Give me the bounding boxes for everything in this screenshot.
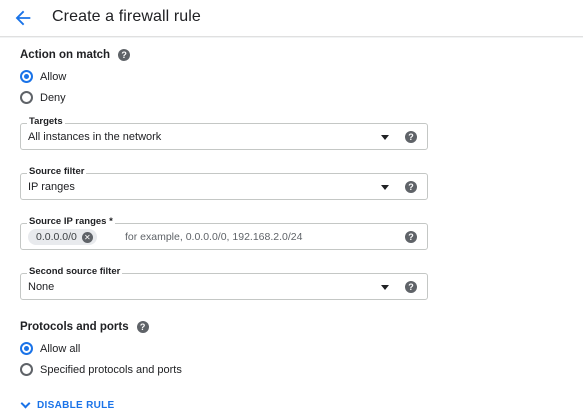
help-icon[interactable]: ?	[136, 321, 149, 333]
arrow-left-icon[interactable]	[12, 7, 34, 29]
dropdown-arrow-icon[interactable]	[381, 285, 389, 290]
dropdown-arrow-icon[interactable]	[381, 185, 389, 190]
page-header: Create a firewall rule	[0, 0, 583, 37]
radio-allow-all[interactable]: Allow all	[20, 342, 80, 355]
source-ip-ranges-input[interactable]: Source IP ranges * 0.0.0.0/0 ✕ for examp…	[20, 216, 428, 250]
targets-select[interactable]: Targets All instances in the network ?	[20, 116, 428, 150]
source-filter-value: IP ranges	[28, 181, 75, 193]
disable-rule-button[interactable]: DISABLE RULE	[18, 398, 115, 411]
source-ip-ranges-label: Source IP ranges *	[27, 216, 115, 227]
radio-unchecked-icon[interactable]	[20, 363, 33, 376]
second-source-filter-value: None	[28, 281, 55, 293]
help-icon[interactable]: ?	[405, 231, 417, 243]
radio-specified-protocols-label: Specified protocols and ports	[40, 363, 182, 376]
targets-label: Targets	[27, 116, 65, 127]
ip-range-chip-label: 0.0.0.0/0	[36, 231, 77, 243]
help-icon[interactable]: ?	[405, 131, 417, 143]
action-on-match-heading: Action on match ?	[20, 49, 131, 61]
second-source-filter-select[interactable]: Second source filter None ?	[20, 266, 428, 300]
help-icon[interactable]: ?	[405, 181, 417, 193]
close-icon[interactable]: ✕	[81, 231, 93, 243]
source-filter-label: Source filter	[27, 166, 87, 177]
radio-checked-icon[interactable]	[20, 342, 33, 355]
radio-allow[interactable]: Allow	[20, 70, 66, 83]
chevron-down-icon	[20, 398, 31, 409]
radio-unchecked-icon[interactable]	[20, 91, 33, 104]
radio-deny-label: Deny	[40, 91, 66, 104]
dropdown-arrow-icon[interactable]	[381, 135, 389, 140]
protocols-and-ports-heading: Protocols and ports ?	[20, 321, 149, 333]
second-source-filter-label: Second source filter	[27, 266, 123, 277]
form-content: Action on match ? Allow Deny Targets All…	[0, 38, 583, 416]
source-ip-ranges-placeholder[interactable]: for example, 0.0.0.0/0, 192.168.2.0/24	[125, 231, 302, 243]
help-icon[interactable]: ?	[118, 49, 131, 61]
action-on-match-title: Action on match	[20, 49, 111, 61]
help-icon[interactable]: ?	[405, 281, 417, 293]
radio-deny[interactable]: Deny	[20, 91, 66, 104]
radio-specified-protocols[interactable]: Specified protocols and ports	[20, 363, 182, 376]
disable-rule-label: DISABLE RULE	[37, 400, 115, 411]
radio-allow-label: Allow	[40, 70, 67, 83]
page-title: Create a firewall rule	[52, 8, 201, 25]
source-filter-select[interactable]: Source filter IP ranges ?	[20, 166, 428, 200]
targets-value: All instances in the network	[28, 131, 162, 143]
protocols-and-ports-title: Protocols and ports	[20, 321, 129, 333]
radio-checked-icon[interactable]	[20, 70, 33, 83]
radio-allow-all-label: Allow all	[40, 342, 81, 355]
ip-range-chip[interactable]: 0.0.0.0/0 ✕	[28, 229, 97, 245]
